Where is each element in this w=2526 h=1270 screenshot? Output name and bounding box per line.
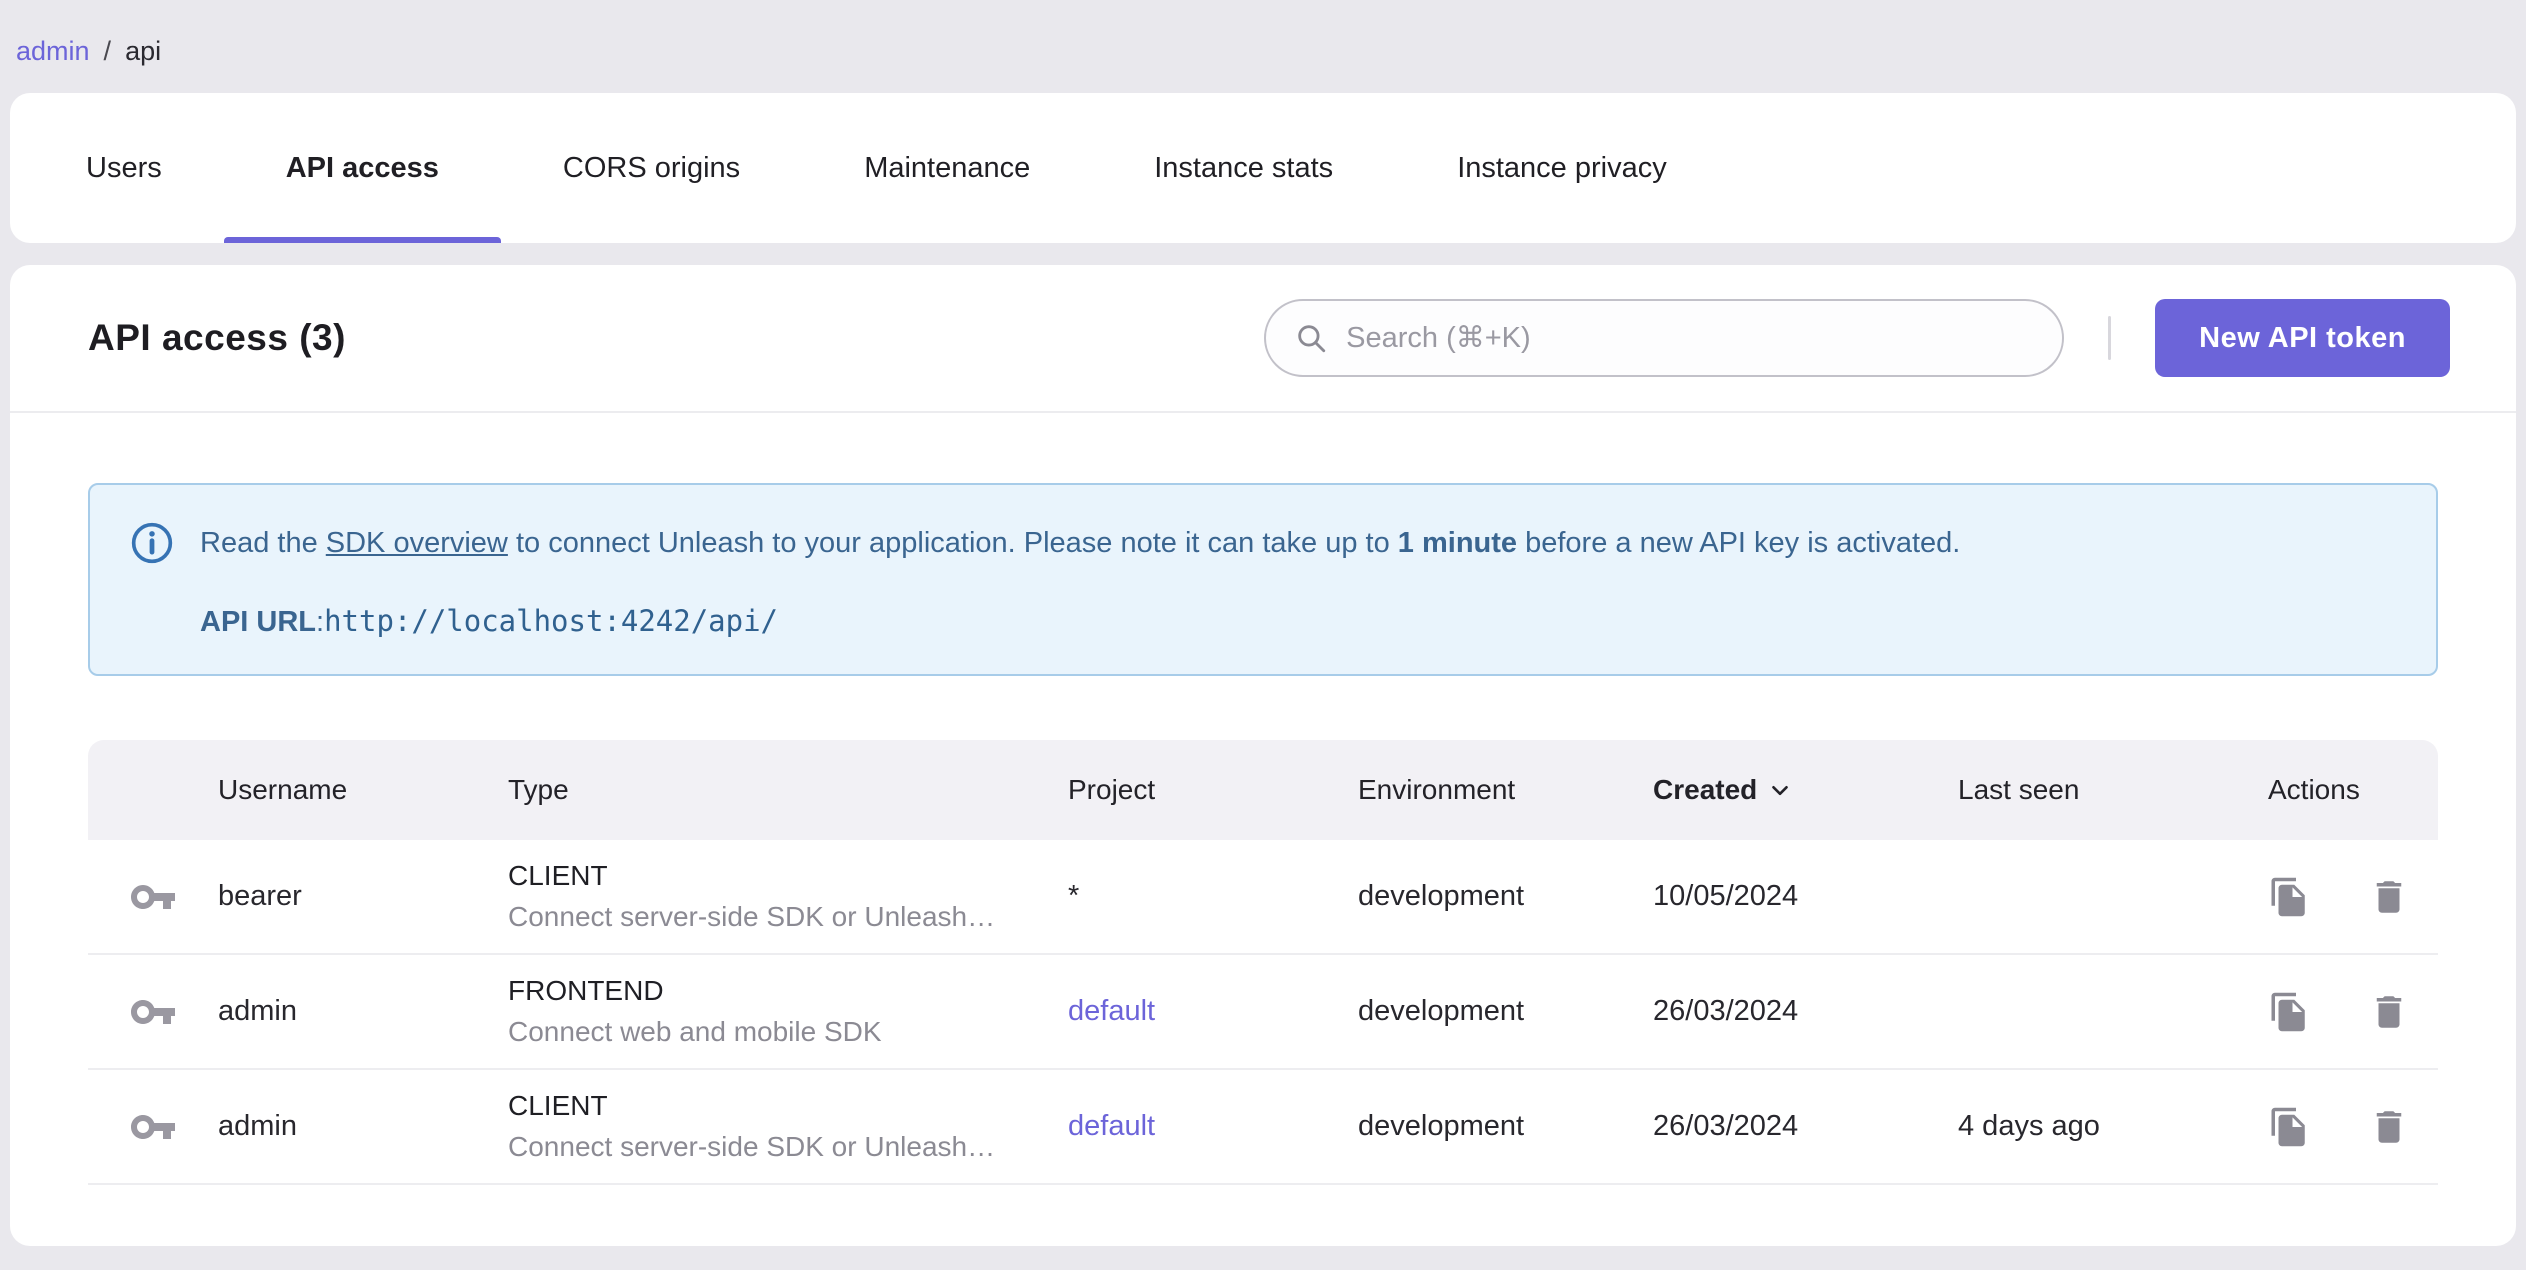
new-api-token-button[interactable]: New API token: [2155, 299, 2450, 377]
api-access-card: API access (3) New API token Read the SD…: [10, 265, 2516, 1246]
token-environment: development: [1358, 1110, 1525, 1143]
breadcrumb-separator: /: [103, 36, 112, 66]
api-url-value: http://localhost:4242/api/: [324, 604, 779, 638]
copy-icon: [2271, 1107, 2305, 1146]
token-project[interactable]: default: [1068, 1110, 1358, 1143]
column-header-actions: Actions: [2268, 774, 2360, 806]
trash-icon: [2376, 1111, 2402, 1143]
search-icon: [1298, 325, 1326, 353]
delete-token-button[interactable]: [2368, 1106, 2410, 1148]
sdk-overview-link[interactable]: SDK overview: [326, 527, 508, 559]
column-header-project: Project: [1068, 774, 1156, 806]
toolbar-divider: [2108, 316, 2112, 360]
table-body: bearer CLIENT Connect server-side SDK or…: [88, 840, 2438, 1186]
column-header-username: Username: [218, 774, 348, 806]
delete-token-button[interactable]: [2368, 991, 2410, 1033]
copy-token-button[interactable]: [2268, 1106, 2310, 1148]
page-title: API access (3): [88, 317, 346, 358]
token-username: bearer: [218, 880, 302, 913]
search-box[interactable]: [1264, 299, 2065, 377]
token-username: admin: [218, 995, 297, 1028]
table-row[interactable]: admin CLIENT Connect server-side SDK or …: [88, 1070, 2438, 1186]
key-icon: [131, 1114, 175, 1139]
table-row[interactable]: bearer CLIENT Connect server-side SDK or…: [88, 840, 2438, 956]
table-row[interactable]: admin FRONTEND Connect web and mobile SD…: [88, 955, 2438, 1071]
column-header-last-seen: Last seen: [1958, 774, 2080, 806]
sort-chevron-down-icon: [1772, 786, 1789, 796]
token-environment: development: [1358, 995, 1525, 1028]
breadcrumb-current-api: api: [125, 36, 162, 66]
token-type: CLIENT Connect server-side SDK or Unleas…: [508, 1090, 996, 1163]
copy-token-button[interactable]: [2268, 991, 2310, 1033]
tab-maintenance[interactable]: Maintenance: [802, 93, 1092, 243]
copy-icon: [2271, 992, 2305, 1031]
info-banner: Read the SDK overview to connect Unleash…: [88, 483, 2438, 677]
api-tokens-table: Username Type Project Environment Create…: [88, 740, 2438, 1186]
breadcrumb-link-admin[interactable]: admin: [16, 36, 90, 67]
token-type: CLIENT Connect server-side SDK or Unleas…: [508, 860, 996, 933]
trash-icon: [2376, 881, 2402, 913]
tab-api-access[interactable]: API access: [223, 93, 502, 243]
token-created: 26/03/2024: [1653, 995, 1799, 1028]
info-icon: [131, 522, 173, 564]
info-banner-text: Read the SDK overview to connect Unleash…: [200, 526, 1961, 559]
copy-icon: [2271, 877, 2305, 916]
column-header-environment: Environment: [1358, 774, 1516, 806]
table-header-row: Username Type Project Environment Create…: [88, 740, 2438, 841]
tab-cors-origins[interactable]: CORS origins: [501, 93, 802, 243]
token-type: FRONTEND Connect web and mobile SDK: [508, 975, 882, 1048]
key-icon: [131, 884, 175, 909]
column-header-created[interactable]: Created: [1653, 774, 1958, 806]
trash-icon: [2376, 996, 2402, 1028]
card-header: API access (3) New API token: [10, 265, 2516, 413]
token-project[interactable]: default: [1068, 995, 1358, 1028]
key-icon: [131, 999, 175, 1024]
tab-instance-privacy[interactable]: Instance privacy: [1395, 93, 1729, 243]
copy-token-button[interactable]: [2268, 876, 2310, 918]
admin-tabs: Users API access CORS origins Maintenanc…: [10, 93, 2516, 243]
api-url-label: API URL: [200, 606, 316, 638]
token-username: admin: [218, 1110, 297, 1143]
token-environment: development: [1358, 880, 1525, 913]
token-created: 10/05/2024: [1653, 880, 1799, 913]
delete-token-button[interactable]: [2368, 876, 2410, 918]
token-created: 26/03/2024: [1653, 1110, 1799, 1143]
column-header-type: Type: [508, 774, 569, 806]
search-input[interactable]: [1346, 321, 2053, 355]
token-project: *: [1068, 880, 1080, 913]
breadcrumb: admin / api: [0, 0, 2526, 67]
tab-users[interactable]: Users: [24, 93, 224, 243]
token-last-seen: 4 days ago: [1958, 1110, 2100, 1143]
tab-instance-stats[interactable]: Instance stats: [1092, 93, 1395, 243]
